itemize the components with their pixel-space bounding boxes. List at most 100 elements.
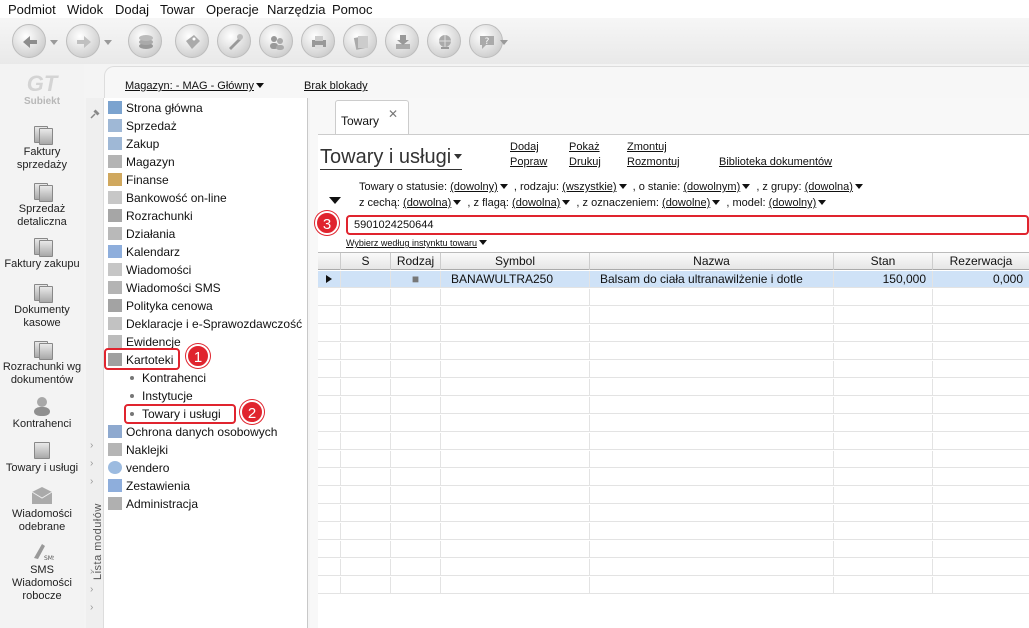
table-row[interactable]: [318, 523, 1029, 540]
table-row[interactable]: [318, 397, 1029, 414]
help-button[interactable]: ?: [469, 24, 503, 58]
menu-operacje[interactable]: Operacje: [206, 2, 259, 17]
back-button[interactable]: [12, 24, 46, 58]
chevron-right-icon[interactable]: ›: [90, 458, 93, 469]
toolbar-tools-button[interactable]: [217, 24, 251, 58]
module-zakup[interactable]: Zakup: [108, 136, 159, 152]
table-row[interactable]: [318, 487, 1029, 504]
table-row[interactable]: [318, 361, 1029, 378]
menu-widok[interactable]: Widok: [67, 2, 103, 17]
table-row[interactable]: [318, 343, 1029, 360]
table-row[interactable]: [318, 307, 1029, 324]
module-magazyn[interactable]: Magazyn: [108, 154, 175, 170]
shortcut-sms-robocze[interactable]: SMS SMS Wiadomości robocze: [0, 542, 84, 603]
lock-status-link[interactable]: Brak blokady: [304, 80, 368, 92]
table-row[interactable]: [318, 541, 1029, 558]
chevron-right-icon[interactable]: ›: [90, 440, 93, 451]
col-s[interactable]: S: [340, 253, 390, 270]
tab-towary[interactable]: Towary ✕: [335, 100, 409, 134]
filter-mark[interactable]: (dowolne): [662, 197, 710, 209]
shortcut-faktury-zakupu[interactable]: Faktury zakupu: [0, 236, 84, 271]
show-button[interactable]: Pokaż: [569, 141, 600, 153]
shortcut-dokumenty-kasowe[interactable]: Dokumenty kasowe: [0, 282, 84, 330]
add-button[interactable]: Dodaj: [510, 141, 539, 153]
shortcut-kontrahenci[interactable]: Kontrahenci: [0, 396, 84, 431]
table-row[interactable]: [318, 577, 1029, 594]
search-input[interactable]: [346, 215, 1029, 235]
table-row[interactable]: [318, 433, 1029, 450]
filter-flag[interactable]: (dowolna): [512, 197, 560, 209]
module-kalendarz[interactable]: Kalendarz: [108, 244, 180, 260]
chevron-right-icon[interactable]: ›: [90, 476, 93, 487]
toolbar-people-button[interactable]: [259, 24, 293, 58]
toolbar-globe-button[interactable]: [427, 24, 461, 58]
toolbar-tag-button[interactable]: [175, 24, 209, 58]
menu-dodaj[interactable]: Dodaj: [115, 2, 149, 17]
module-rozrachunki[interactable]: Rozrachunki: [108, 208, 193, 224]
toolbar-coins-button[interactable]: [128, 24, 162, 58]
col-rezerwacja[interactable]: Rezerwacja: [932, 253, 1029, 270]
assemble-button[interactable]: Zmontuj: [627, 141, 667, 153]
module-strona-glowna[interactable]: Strona główna: [108, 100, 203, 116]
table-row[interactable]: [318, 379, 1029, 396]
filters-collapse-icon[interactable]: [329, 197, 341, 204]
col-symbol[interactable]: Symbol: [440, 253, 589, 270]
module-polityka-cenowa[interactable]: Polityka cenowa: [108, 298, 213, 314]
col-nazwa[interactable]: Nazwa: [589, 253, 833, 270]
filter-feature[interactable]: (dowolna): [403, 197, 451, 209]
forward-dropdown-icon[interactable]: [104, 40, 112, 45]
module-dzialania[interactable]: Działania: [108, 226, 175, 242]
menu-towar[interactable]: Towar: [160, 2, 195, 17]
table-row[interactable]: [318, 505, 1029, 522]
col-rodzaj[interactable]: Rodzaj: [390, 253, 440, 270]
module-naklejki[interactable]: Naklejki: [108, 442, 168, 458]
chevron-right-icon[interactable]: ›: [90, 602, 93, 613]
pin-icon[interactable]: [89, 108, 101, 120]
filter-state[interactable]: (dowolnym): [683, 181, 740, 193]
module-deklaracje[interactable]: Deklaracje i e-Sprawozdawczość: [108, 316, 302, 332]
module-sprzedaz[interactable]: Sprzedaż: [108, 118, 177, 134]
toolbar-printer-button[interactable]: [301, 24, 335, 58]
module-bankowosc[interactable]: Bankowość on-line: [108, 190, 227, 206]
module-administracja[interactable]: Administracja: [108, 496, 198, 512]
filter-group[interactable]: (dowolna): [805, 181, 853, 193]
filter-kind[interactable]: (wszystkie): [562, 181, 616, 193]
table-row[interactable]: [318, 325, 1029, 342]
module-ochrona-danych[interactable]: Ochrona danych osobowych: [108, 424, 277, 440]
menu-podmiot[interactable]: Podmiot: [8, 2, 56, 17]
module-zestawienia[interactable]: Zestawienia: [108, 478, 190, 494]
shortcut-rozrachunki[interactable]: Rozrachunki wg dokumentów: [0, 339, 84, 387]
chevron-right-icon[interactable]: ›: [90, 584, 93, 595]
submodule-instytucje[interactable]: Instytucje: [130, 388, 193, 404]
menu-pomoc[interactable]: Pomoc: [332, 2, 372, 17]
shortcut-towary-i-uslugi[interactable]: Towary i usługi: [0, 440, 84, 475]
table-row[interactable]: [318, 415, 1029, 432]
menu-narzedzia[interactable]: Narzędzia: [267, 2, 326, 17]
module-finanse[interactable]: Finanse: [108, 172, 169, 188]
table-row[interactable]: ■ BANAWULTRA250 Balsam do ciała ultranawil…: [318, 271, 1029, 288]
toolbar-documents-button[interactable]: [343, 24, 377, 58]
module-wiadomosci-sms[interactable]: Wiadomości SMS: [108, 280, 221, 296]
disassemble-button[interactable]: Rozmontuj: [627, 156, 680, 168]
close-icon[interactable]: ✕: [388, 107, 398, 121]
col-stan[interactable]: Stan: [833, 253, 932, 270]
table-row[interactable]: [318, 469, 1029, 486]
print-button[interactable]: Drukuj: [569, 156, 601, 168]
module-vendero[interactable]: vendero: [108, 460, 169, 476]
shortcut-wiadomosci-odebrane[interactable]: Wiadomości odebrane: [0, 486, 84, 534]
help-dropdown-icon[interactable]: [500, 40, 508, 45]
warehouse-selector[interactable]: Magazyn: - MAG - Główny: [125, 80, 267, 92]
module-wiadomosci[interactable]: Wiadomości: [108, 262, 191, 278]
shortcut-faktury-sprzedazy[interactable]: Faktury sprzedaży: [0, 124, 84, 172]
filter-status[interactable]: (dowolny): [450, 181, 498, 193]
filter-model[interactable]: (dowolny): [769, 197, 817, 209]
table-row[interactable]: [318, 289, 1029, 306]
document-library-button[interactable]: Biblioteka dokumentów: [719, 156, 832, 168]
back-dropdown-icon[interactable]: [50, 40, 58, 45]
submodule-kontrahenci[interactable]: Kontrahenci: [130, 370, 206, 386]
instinct-selector[interactable]: Wybierz według instynktu towaru: [346, 238, 490, 248]
page-title[interactable]: Towary i usługi: [320, 145, 463, 170]
table-row[interactable]: [318, 451, 1029, 468]
forward-button[interactable]: [66, 24, 100, 58]
edit-button[interactable]: Popraw: [510, 156, 547, 168]
